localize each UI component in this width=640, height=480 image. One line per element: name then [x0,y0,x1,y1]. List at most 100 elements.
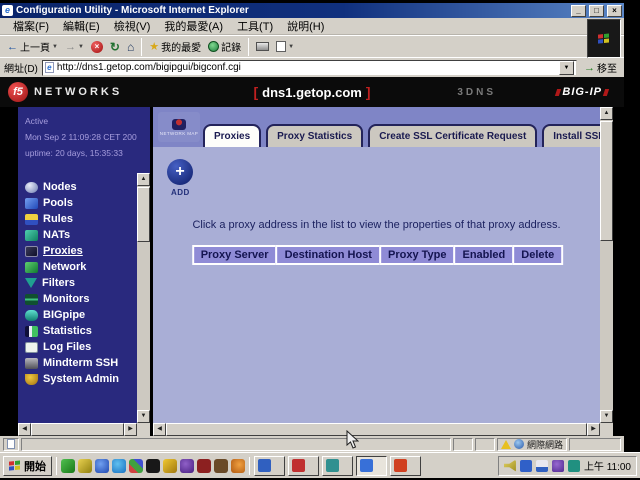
zone-label: 網際網路 [527,438,563,451]
minimize-button[interactable]: _ [571,5,586,17]
system-status: Active [25,113,137,129]
close-button[interactable]: × [607,5,622,17]
stop-button[interactable]: × [89,40,105,54]
sidebar-item-pools[interactable]: Pools [25,197,137,209]
history-button[interactable]: 記錄 [206,38,243,55]
menu-file[interactable]: 檔案(F) [6,17,56,35]
quick-launch-icon-4[interactable] [112,459,126,473]
scrollbar-thumb[interactable] [31,423,124,436]
quick-launch-icon-10[interactable] [214,459,228,473]
sidebar-item-rules[interactable]: Rules [25,213,137,225]
sidebar-horizontal-scrollbar[interactable]: ◀ ▶ [18,423,137,436]
menu-tools[interactable]: 工具(T) [230,17,280,35]
scroll-left-icon[interactable]: ◀ [153,423,166,436]
add-proxy-button[interactable]: + [167,159,193,185]
main-vertical-scrollbar[interactable]: ▲ ▼ [600,107,613,423]
sidebar-item-mindterm-ssh[interactable]: Mindterm SSH [25,357,137,369]
go-button[interactable]: → 移至 [581,60,620,75]
product-bigip-label: BIG-IP [556,86,608,98]
tab-proxies[interactable]: Proxies [203,124,261,147]
nodes-icon [25,182,38,193]
quick-launch-icon-2[interactable] [78,459,92,473]
tray-icon-5[interactable] [568,460,580,472]
scroll-right-icon[interactable]: ▶ [124,423,137,436]
f5-brand-name: NETWORKS [34,86,122,98]
tray-icon-2[interactable] [520,460,532,472]
sidebar-item-network[interactable]: Network [25,261,137,273]
restore-button[interactable]: □ [589,5,604,17]
status-bar: 網際網路 [0,436,624,452]
address-dropdown-icon[interactable]: ▼ [559,61,574,75]
favorites-button[interactable]: ★ 我的最愛 [147,38,203,55]
system-datetime: Mon Sep 2 11:09:28 CET 2002 [25,129,137,145]
tray-icon-4[interactable] [552,460,564,472]
sidebar-item-nats[interactable]: NATs [25,229,137,241]
tab-install-ssl-certificate[interactable]: Install SSL Certificate [542,124,600,147]
sidebar-item-proxies[interactable]: Proxies [25,245,137,257]
main-horizontal-scrollbar[interactable]: ◀ ▶ [153,423,600,436]
security-zone-pane: 網際網路 [497,438,567,451]
forward-dropdown-icon[interactable]: ▼ [78,44,84,50]
scrollbar-thumb[interactable] [137,187,150,242]
sidebar-item-system-admin[interactable]: System Admin [25,373,137,385]
scroll-up-icon[interactable]: ▲ [137,173,150,186]
quick-launch-icon-8[interactable] [180,459,194,473]
quick-launch-icon-5[interactable] [129,459,143,473]
f5-logo: f5 [8,82,28,102]
scrollbar-corner [137,423,150,436]
back-dropdown-icon[interactable]: ▼ [52,44,58,50]
quick-launch-icon-6[interactable] [146,459,160,473]
taskbar-clock[interactable]: 上午 11:00 [584,458,631,473]
edit-button[interactable]: ▼ [274,40,296,53]
scroll-down-icon[interactable]: ▼ [600,410,613,423]
title-bar: e Configuration Utility - Microsoft Inte… [0,3,624,18]
task-button-1[interactable] [254,456,285,476]
sidebar-item-bigpipe[interactable]: BIGpipe [25,309,137,321]
refresh-button[interactable]: ↻ [108,39,122,55]
address-input[interactable]: e http://dns1.getop.com/bigipgui/bigconf… [42,60,577,76]
quick-launch-icon-1[interactable] [61,459,75,473]
scroll-down-icon[interactable]: ▼ [137,410,150,423]
favorites-icon: ★ [149,40,159,53]
task-button-3[interactable] [322,456,353,476]
print-button[interactable] [254,41,271,52]
instruction-text: Click a proxy address in the list to vie… [157,219,596,231]
scroll-right-icon[interactable]: ▶ [587,423,600,436]
forward-button[interactable]: → ▼ [63,40,86,54]
scroll-left-icon[interactable]: ◀ [18,423,31,436]
window-title: Configuration Utility - Microsoft Intern… [16,5,568,16]
edit-dropdown-icon[interactable]: ▼ [288,44,294,50]
sidebar-item-monitors[interactable]: Monitors [25,293,137,305]
quick-launch-icon-9[interactable] [197,459,211,473]
address-url[interactable]: http://dns1.getop.com/bigipgui/bigconf.c… [57,62,556,73]
home-button[interactable]: ⌂ [125,39,136,55]
start-button[interactable]: 開始 [3,456,52,476]
task-button-5[interactable] [390,456,421,476]
back-button[interactable]: ← 上一頁 ▼ [5,38,60,55]
sidebar-item-filters[interactable]: Filters [25,277,137,289]
quick-launch-icon-7[interactable] [163,459,177,473]
tab-proxy-statistics[interactable]: Proxy Statistics [266,124,363,147]
sidebar-item-nodes[interactable]: Nodes [25,181,137,193]
document-icon [7,439,15,449]
task-button-4-active[interactable] [356,456,387,476]
print-icon [256,42,269,51]
scrollbar-thumb[interactable] [166,423,587,436]
menu-view[interactable]: 檢視(V) [107,17,158,35]
menu-favorites[interactable]: 我的最愛(A) [157,17,230,35]
scroll-up-icon[interactable]: ▲ [600,107,613,120]
menu-edit[interactable]: 編輯(E) [56,17,107,35]
quick-launch-icon-3[interactable] [95,459,109,473]
scrollbar-thumb[interactable] [600,121,613,241]
volume-icon[interactable] [504,460,516,472]
sidebar-item-log-files[interactable]: Log Files [25,341,137,353]
task-buttons [254,456,421,476]
sidebar-vertical-scrollbar[interactable]: ▲ ▼ [137,173,150,423]
tray-icon-3[interactable] [536,460,548,472]
network-map-button[interactable]: NETWORK MAP [158,112,200,142]
menu-help[interactable]: 說明(H) [280,17,331,35]
task-button-2[interactable] [288,456,319,476]
quick-launch-icon-11[interactable] [231,459,245,473]
tab-create-ssl-certificate-request[interactable]: Create SSL Certificate Request [368,124,537,147]
sidebar-item-statistics[interactable]: Statistics [25,325,137,337]
